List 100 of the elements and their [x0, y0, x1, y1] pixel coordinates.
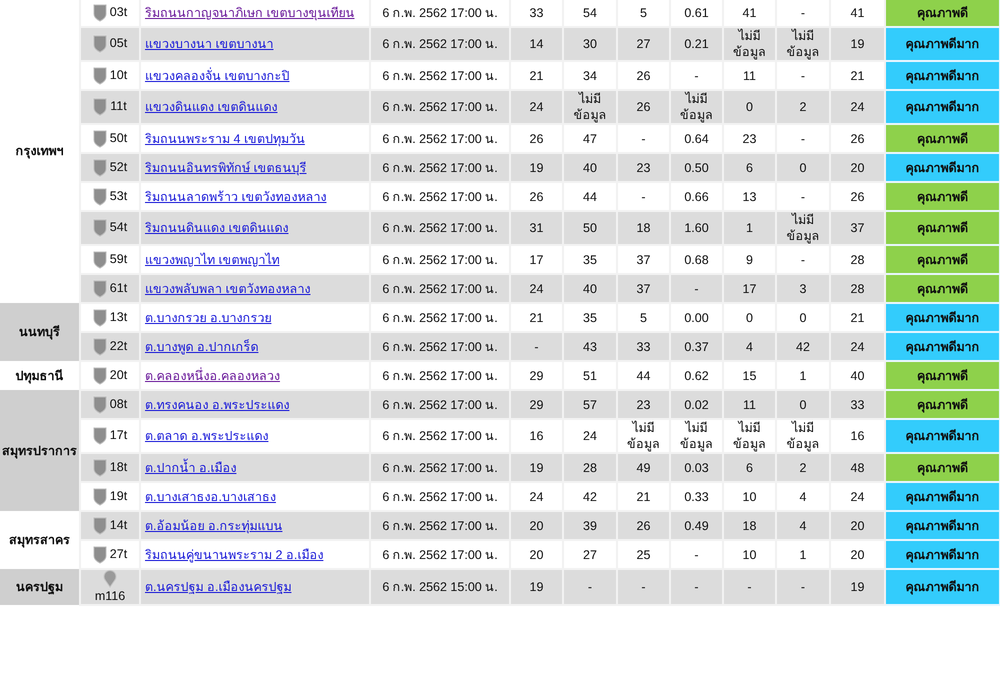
time-cell: 6 ก.พ. 2562 17:00 น.: [370, 453, 510, 482]
value-cell: 0.02: [670, 390, 723, 419]
value-cell: 2: [776, 453, 830, 482]
station-link[interactable]: ต.ปากน้ำ อ.เมือง: [145, 460, 236, 474]
quality-cell: คุณภาพดี: [885, 0, 1000, 27]
shield-icon: [92, 219, 107, 237]
value-cell: 21: [510, 61, 563, 90]
value-cell: -: [776, 182, 830, 211]
value-cell: 5: [617, 303, 670, 332]
shield-icon: [92, 366, 107, 384]
value-cell: 35: [563, 303, 617, 332]
value-cell: 24: [510, 482, 563, 511]
value-cell: 0.61: [670, 0, 723, 27]
shield-icon: [92, 130, 107, 148]
time-cell: 6 ก.พ. 2562 17:00 น.: [370, 0, 510, 27]
station-code: 52t: [110, 158, 128, 174]
station-code: 03t: [110, 4, 128, 20]
quality-cell: คุณภาพดี: [885, 361, 1000, 390]
quality-cell: คุณภาพดีมาก: [885, 419, 1000, 453]
value-cell: 23: [617, 153, 670, 182]
value-cell: 57: [563, 390, 617, 419]
value-cell: 50: [563, 211, 617, 245]
value-cell: 10: [723, 540, 776, 569]
value-cell: ไม่มี ข้อมูล: [617, 419, 670, 453]
value-cell: 0.37: [670, 332, 723, 361]
time-cell: 6 ก.พ. 2562 17:00 น.: [370, 390, 510, 419]
value-cell: 20: [830, 511, 885, 540]
value-cell: 4: [723, 332, 776, 361]
value-cell: 0: [723, 303, 776, 332]
value-cell: ไม่มี ข้อมูล: [723, 419, 776, 453]
value-cell: ไม่มี ข้อมูล: [776, 419, 830, 453]
value-cell: 21: [617, 482, 670, 511]
quality-cell: คุณภาพดีมาก: [885, 27, 1000, 61]
time-cell: 6 ก.พ. 2562 17:00 น.: [370, 482, 510, 511]
value-cell: 10: [723, 482, 776, 511]
shield-icon: [92, 546, 107, 564]
value-cell: -: [723, 569, 776, 605]
value-cell: 40: [563, 153, 617, 182]
value-cell: 6: [723, 453, 776, 482]
quality-cell: คุณภาพดีมาก: [885, 332, 1000, 361]
quality-cell: คุณภาพดีมาก: [885, 303, 1000, 332]
value-cell: 26: [830, 182, 885, 211]
time-cell: 6 ก.พ. 2562 17:00 น.: [370, 182, 510, 211]
value-cell: 20: [830, 153, 885, 182]
value-cell: 37: [617, 274, 670, 303]
station-code: 19t: [110, 488, 128, 504]
value-cell: 0: [723, 90, 776, 124]
value-cell: 37: [830, 211, 885, 245]
station-code: 22t: [110, 338, 128, 354]
quality-cell: คุณภาพดีมาก: [885, 569, 1000, 605]
shield-icon: [92, 250, 107, 268]
value-cell: 0.49: [670, 511, 723, 540]
value-cell: 0: [776, 153, 830, 182]
time-cell: 6 ก.พ. 2562 17:00 น.: [370, 245, 510, 274]
station-code: 50t: [110, 130, 128, 146]
shield-icon: [92, 458, 107, 476]
quality-cell: คุณภาพดี: [885, 124, 1000, 153]
value-cell: 26: [617, 61, 670, 90]
value-cell: 4: [776, 511, 830, 540]
value-cell: 27: [563, 540, 617, 569]
value-cell: 13: [723, 182, 776, 211]
value-cell: ไม่มี ข้อมูล: [670, 90, 723, 124]
station-code: 18t: [110, 458, 128, 474]
value-cell: 39: [563, 511, 617, 540]
value-cell: 51: [563, 361, 617, 390]
value-cell: 24: [830, 90, 885, 124]
value-cell: -: [776, 0, 830, 27]
value-cell: 42: [563, 482, 617, 511]
value-cell: 1: [776, 361, 830, 390]
shield-icon: [92, 396, 107, 414]
station-code: 53t: [110, 188, 128, 204]
shield-icon: [92, 427, 107, 445]
value-cell: -: [776, 569, 830, 605]
value-cell: 43: [563, 332, 617, 361]
value-cell: 21: [830, 303, 885, 332]
value-cell: 28: [830, 245, 885, 274]
value-cell: 0.00: [670, 303, 723, 332]
value-cell: ไม่มี ข้อมูล: [670, 419, 723, 453]
value-cell: -: [670, 274, 723, 303]
value-cell: 4: [776, 482, 830, 511]
station-code: 13t: [110, 308, 128, 324]
value-cell: 21: [830, 61, 885, 90]
value-cell: 23: [617, 390, 670, 419]
value-cell: 21: [510, 303, 563, 332]
time-cell: 6 ก.พ. 2562 17:00 น.: [370, 90, 510, 124]
time-cell: 6 ก.พ. 2562 17:00 น.: [370, 332, 510, 361]
time-cell: 6 ก.พ. 2562 17:00 น.: [370, 124, 510, 153]
value-cell: 5: [617, 0, 670, 27]
province-name: นนทบุรี: [19, 325, 60, 339]
value-cell: 24: [563, 419, 617, 453]
value-cell: 18: [617, 211, 670, 245]
value-cell: 35: [563, 245, 617, 274]
value-cell: -: [670, 540, 723, 569]
value-cell: 17: [723, 274, 776, 303]
value-cell: 24: [830, 332, 885, 361]
value-cell: 40: [563, 274, 617, 303]
shield-icon: [92, 338, 107, 356]
time-cell: 6 ก.พ. 2562 17:00 น.: [370, 27, 510, 61]
value-cell: 17: [510, 245, 563, 274]
quality-cell: คุณภาพดี: [885, 390, 1000, 419]
